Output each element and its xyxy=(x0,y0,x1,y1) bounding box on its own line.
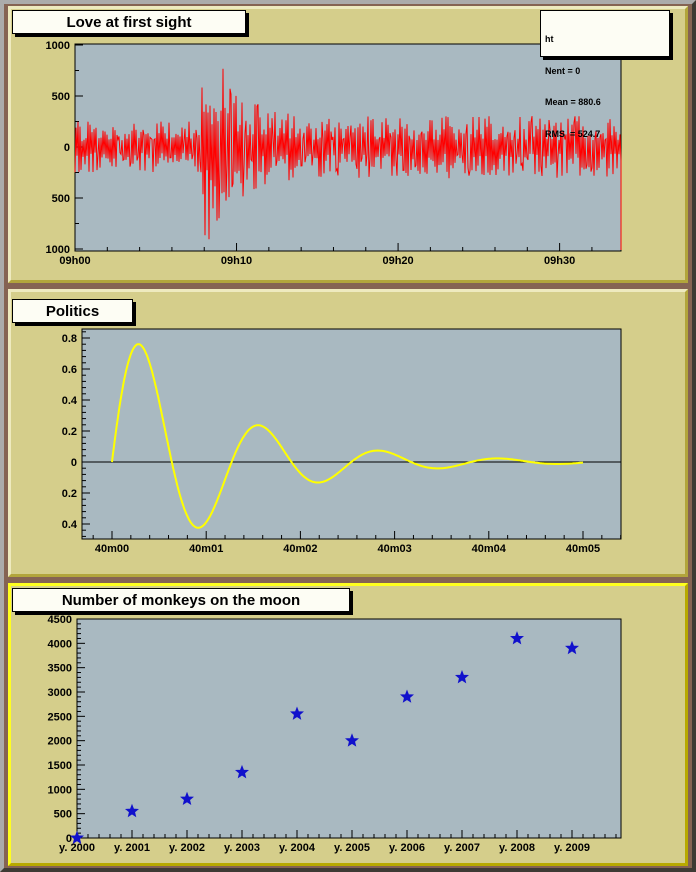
svg-text:0.4: 0.4 xyxy=(62,395,78,407)
pad-title-box[interactable]: Love at first sight xyxy=(12,10,246,34)
svg-text:09h00: 09h00 xyxy=(59,255,90,267)
svg-text:40m05: 40m05 xyxy=(566,543,600,555)
svg-text:y. 2007: y. 2007 xyxy=(444,842,480,854)
stats-hist-name: ht xyxy=(545,34,665,45)
pad-politics[interactable]: 0.8 0.6 0.4 0.2 0 0.2 0.4 40m00 40m01 40m02 40m03 4… xyxy=(8,289,688,577)
pad-title: Number of monkeys on the moon xyxy=(62,592,300,609)
svg-text:2500: 2500 xyxy=(48,711,72,723)
svg-text:0.2: 0.2 xyxy=(62,488,77,500)
pad-monkeys[interactable]: 050010001500200025003000350040004500y. 2… xyxy=(8,583,688,866)
svg-text:09h20: 09h20 xyxy=(382,255,413,267)
svg-text:4500: 4500 xyxy=(48,614,72,626)
svg-text:y. 2005: y. 2005 xyxy=(334,842,370,854)
svg-text:3000: 3000 xyxy=(48,687,72,699)
pad-love-at-first-sight[interactable]: 10005000500100009h0009h1009h2009h30 Love… xyxy=(8,6,688,283)
stats-box[interactable]: ht Nent = 0 Mean = 880.6 RMS = 524.7 xyxy=(540,10,670,57)
svg-text:3500: 3500 xyxy=(48,663,72,675)
svg-text:y. 2006: y. 2006 xyxy=(389,842,425,854)
svg-text:y. 2003: y. 2003 xyxy=(224,842,260,854)
stats-rms: RMS = 524.7 xyxy=(545,129,665,140)
svg-text:4000: 4000 xyxy=(48,638,72,650)
svg-text:1500: 1500 xyxy=(48,760,72,772)
svg-text:40m00: 40m00 xyxy=(95,543,129,555)
svg-text:y. 2000: y. 2000 xyxy=(59,842,95,854)
svg-text:40m01: 40m01 xyxy=(189,543,223,555)
svg-text:1000: 1000 xyxy=(46,40,70,52)
svg-text:0.2: 0.2 xyxy=(62,426,77,438)
svg-text:y. 2002: y. 2002 xyxy=(169,842,205,854)
pad-title-box[interactable]: Politics xyxy=(12,299,133,323)
svg-text:09h10: 09h10 xyxy=(221,255,252,267)
svg-text:2000: 2000 xyxy=(48,736,72,748)
svg-text:0: 0 xyxy=(64,142,70,154)
pad-title: Love at first sight xyxy=(66,14,191,31)
stats-entries: Nent = 0 xyxy=(545,66,665,77)
svg-text:500: 500 xyxy=(52,91,70,103)
svg-text:y. 2001: y. 2001 xyxy=(114,842,150,854)
svg-text:40m04: 40m04 xyxy=(472,543,507,555)
pad-title: Politics xyxy=(46,303,99,320)
stats-mean: Mean = 880.6 xyxy=(545,97,665,108)
svg-text:09h30: 09h30 xyxy=(544,255,575,267)
svg-text:40m02: 40m02 xyxy=(283,543,317,555)
svg-text:1000: 1000 xyxy=(48,784,72,796)
root-canvas-window: 1000 500 0 500 1000 09h00 09h10 09h20 09h30 Love… xyxy=(0,0,696,872)
svg-text:y. 2009: y. 2009 xyxy=(554,842,590,854)
svg-text:0.4: 0.4 xyxy=(62,519,78,531)
svg-text:40m03: 40m03 xyxy=(377,543,411,555)
svg-text:0: 0 xyxy=(71,457,77,469)
svg-text:0.6: 0.6 xyxy=(62,364,77,376)
svg-text:0.8: 0.8 xyxy=(62,333,77,345)
svg-text:y. 2008: y. 2008 xyxy=(499,842,535,854)
monkeys-chart-svg: 050010001500200025003000350040004500y. 2… xyxy=(11,586,685,863)
svg-text:y. 2004: y. 2004 xyxy=(279,842,316,854)
politics-chart-svg: 0.8 0.6 0.4 0.2 0 0.2 0.4 40m00 40m01 40m02 40m03 4… xyxy=(11,292,685,574)
svg-text:500: 500 xyxy=(54,809,72,821)
pad-title-box[interactable]: Number of monkeys on the moon xyxy=(12,588,350,612)
svg-text:500: 500 xyxy=(52,193,70,205)
